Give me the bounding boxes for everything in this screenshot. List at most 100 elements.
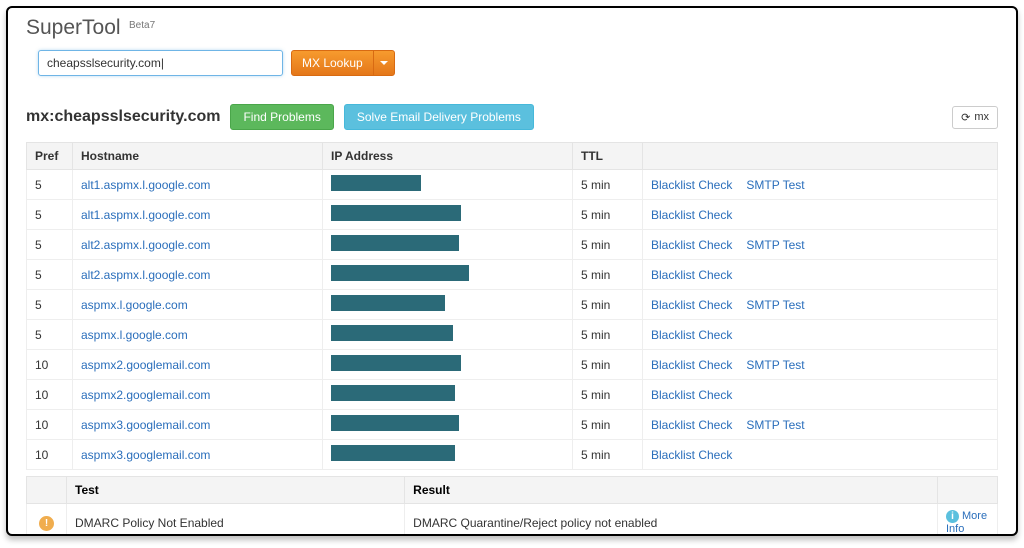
mx-results-table: Pref Hostname IP Address TTL 5alt1.aspmx… [26, 142, 998, 470]
solve-delivery-button[interactable]: Solve Email Delivery Problems [344, 104, 534, 130]
hostname-link[interactable]: aspmx2.googlemail.com [81, 388, 210, 402]
cell-pref: 5 [27, 230, 73, 260]
ip-redacted [331, 175, 421, 191]
chevron-down-icon [380, 61, 388, 65]
ip-redacted [331, 295, 445, 311]
cell-ttl: 5 min [573, 290, 643, 320]
app-title-badge: Beta7 [129, 20, 155, 31]
smtp-test-link[interactable]: SMTP Test [746, 298, 804, 312]
mx-lookup-label: MX Lookup [292, 51, 374, 75]
cell-ip [323, 200, 573, 230]
cell-hostname: aspmx.l.google.com [73, 290, 323, 320]
cell-ttl: 5 min [573, 230, 643, 260]
col-result: Result [405, 477, 938, 504]
domain-search-input[interactable] [38, 50, 283, 76]
cell-hostname: alt2.aspmx.l.google.com [73, 260, 323, 290]
blacklist-check-link[interactable]: Blacklist Check [651, 418, 732, 432]
cell-hostname: aspmx3.googlemail.com [73, 440, 323, 470]
smtp-test-link[interactable]: SMTP Test [746, 418, 804, 432]
smtp-test-link[interactable]: SMTP Test [746, 358, 804, 372]
app-header: SuperTool Beta7 [8, 8, 1016, 46]
cell-actions: Blacklist Check SMTP Test [643, 410, 998, 440]
blacklist-check-link[interactable]: Blacklist Check [651, 448, 732, 462]
mx-lookup-button[interactable]: MX Lookup [291, 50, 395, 76]
cell-ip [323, 230, 573, 260]
table-row: 5 alt2.aspmx.l.google.com 5 min Blacklist C… [27, 260, 998, 290]
result-bar: mx:cheapsslsecurity.com Find Problems So… [8, 86, 1016, 138]
cell-hostname: alt1.aspmx.l.google.com [73, 170, 323, 200]
hostname-link[interactable]: alt1.aspmx.l.google.com [81, 208, 210, 222]
cell-ttl: 5 min [573, 170, 643, 200]
cell-actions: Blacklist Check [643, 320, 998, 350]
table-row: 10aspmx2.googlemail.com5 minBlacklist Ch… [27, 350, 998, 380]
cell-actions: Blacklist Check SMTP Test [643, 350, 998, 380]
cell-pref: 5 [27, 260, 73, 290]
find-problems-button[interactable]: Find Problems [230, 104, 333, 130]
blacklist-check-link[interactable]: Blacklist Check [651, 208, 732, 222]
cell-hostname: aspmx2.googlemail.com [73, 380, 323, 410]
blacklist-check-link[interactable]: Blacklist Check [651, 358, 732, 372]
cell-pref: 10 [27, 440, 73, 470]
hostname-link[interactable]: alt2.aspmx.l.google.com [81, 238, 210, 252]
col-ttl: TTL [573, 143, 643, 170]
col-actions [643, 143, 998, 170]
ip-redacted [331, 415, 459, 431]
cell-ttl: 5 min [573, 200, 643, 230]
smtp-test-link[interactable]: SMTP Test [746, 178, 804, 192]
more-info-link[interactable]: iMore Info [946, 510, 987, 535]
cell-pref: 5 [27, 200, 73, 230]
cell-ttl: 5 min [573, 260, 643, 290]
cell-actions: Blacklist Check [643, 200, 998, 230]
cell-hostname: alt1.aspmx.l.google.com [73, 200, 323, 230]
ip-redacted [331, 265, 469, 281]
cell-result: DMARC Quarantine/Reject policy not enabl… [405, 504, 938, 537]
hostname-link[interactable]: alt2.aspmx.l.google.com [81, 268, 210, 282]
hostname-link[interactable]: aspmx3.googlemail.com [81, 418, 210, 432]
cell-actions: Blacklist Check SMTP Test [643, 290, 998, 320]
table-row: !DMARC Policy Not EnabledDMARC Quarantin… [27, 504, 998, 537]
cell-actions: Blacklist Check SMTP Test [643, 230, 998, 260]
cell-moreinfo: iMore Info [938, 504, 998, 537]
cell-actions: Blacklist Check [643, 440, 998, 470]
cell-actions: Blacklist Check [643, 260, 998, 290]
col-info [938, 477, 998, 504]
cell-ttl: 5 min [573, 410, 643, 440]
refresh-mx-button[interactable]: ⟳ mx [952, 106, 998, 129]
cell-ip [323, 440, 573, 470]
hostname-link[interactable]: alt1.aspmx.l.google.com [81, 178, 210, 192]
blacklist-check-link[interactable]: Blacklist Check [651, 328, 732, 342]
cell-pref: 10 [27, 350, 73, 380]
refresh-mx-label: mx [974, 111, 989, 123]
col-test: Test [67, 477, 405, 504]
table-row: 5aspmx.l.google.com5 minBlacklist Check [27, 320, 998, 350]
cell-ttl: 5 min [573, 380, 643, 410]
cell-hostname: aspmx.l.google.com [73, 320, 323, 350]
cell-status: ! [27, 504, 67, 537]
hostname-link[interactable]: aspmx2.googlemail.com [81, 358, 210, 372]
table-row: 5alt1.aspmx.l.google.com5 minBlacklist C… [27, 170, 998, 200]
blacklist-check-link[interactable]: Blacklist Check [651, 268, 732, 282]
blacklist-check-link[interactable]: Blacklist Check [651, 388, 732, 402]
cell-ip [323, 320, 573, 350]
table-row: 10aspmx2.googlemail.com5 minBlacklist Ch… [27, 380, 998, 410]
cell-ttl: 5 min [573, 350, 643, 380]
refresh-icon: ⟳ [961, 111, 970, 124]
cell-ttl: 5 min [573, 320, 643, 350]
smtp-test-link[interactable]: SMTP Test [746, 238, 804, 252]
ip-redacted [331, 235, 459, 251]
app-title: SuperTool [26, 16, 121, 39]
blacklist-check-link[interactable]: Blacklist Check [651, 298, 732, 312]
table-row: 10aspmx3.googlemail.com5 minBlacklist Ch… [27, 410, 998, 440]
mx-lookup-dropdown[interactable] [374, 51, 394, 75]
tests-table: Test Result !DMARC Policy Not EnabledDMA… [26, 476, 998, 536]
ip-redacted [331, 355, 461, 371]
cell-actions: Blacklist Check SMTP Test [643, 170, 998, 200]
hostname-link[interactable]: aspmx.l.google.com [81, 298, 188, 312]
search-row: MX Lookup [8, 46, 1016, 86]
blacklist-check-link[interactable]: Blacklist Check [651, 238, 732, 252]
hostname-link[interactable]: aspmx.l.google.com [81, 328, 188, 342]
blacklist-check-link[interactable]: Blacklist Check [651, 178, 732, 192]
ip-redacted [331, 445, 455, 461]
hostname-link[interactable]: aspmx3.googlemail.com [81, 448, 210, 462]
cell-pref: 5 [27, 290, 73, 320]
